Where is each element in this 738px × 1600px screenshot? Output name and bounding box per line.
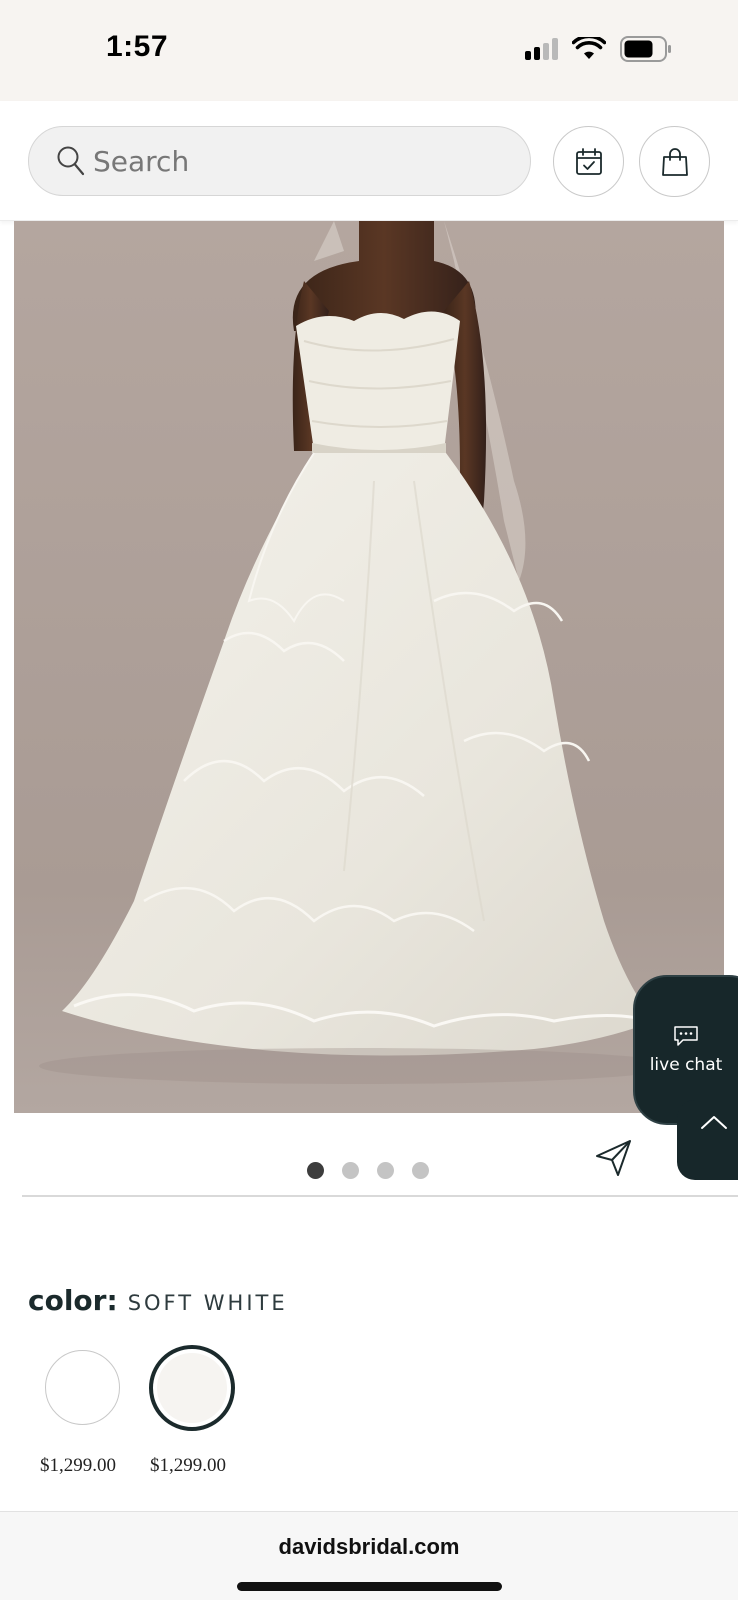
swatch-price: $1,299.00 [150, 1455, 226, 1476]
color-selection-header: color: SOFT WHITE [28, 1284, 288, 1317]
carousel-indicator [307, 1162, 429, 1179]
status-bar: 1:57 [0, 0, 738, 101]
appointment-button[interactable] [553, 126, 624, 197]
color-label: color: [28, 1284, 118, 1317]
product-image[interactable] [14, 221, 724, 1113]
carousel-dot-1[interactable] [307, 1162, 324, 1179]
wedding-dress-photo [14, 221, 724, 1113]
color-swatch-soft-white[interactable] [149, 1345, 235, 1431]
color-value: SOFT WHITE [127, 1291, 288, 1315]
cellular-signal-icon [525, 38, 558, 60]
url-text[interactable]: davidsbridal.com [0, 1534, 738, 1560]
search-bar[interactable] [28, 126, 531, 196]
top-navigation [0, 101, 738, 221]
swatch-fill [157, 1353, 227, 1423]
share-icon[interactable] [594, 1138, 634, 1178]
shopping-bag-button[interactable] [639, 126, 710, 197]
status-time: 1:57 [106, 30, 169, 63]
chat-bubble-icon [674, 1026, 698, 1046]
carousel-dot-3[interactable] [377, 1162, 394, 1179]
search-icon [57, 146, 85, 176]
carousel-dot-2[interactable] [342, 1162, 359, 1179]
search-input[interactable] [93, 144, 493, 178]
home-indicator[interactable] [237, 1582, 502, 1591]
color-swatch-white[interactable] [45, 1350, 120, 1425]
chevron-up-icon [701, 1116, 727, 1129]
shopping-bag-icon [661, 147, 688, 176]
status-icons [525, 36, 672, 62]
battery-icon [620, 36, 671, 62]
wifi-icon [572, 37, 606, 59]
calendar-icon [575, 147, 602, 175]
swatch-price: $1,299.00 [40, 1455, 116, 1476]
browser-address-bar: davidsbridal.com [0, 1511, 738, 1600]
section-divider [22, 1195, 738, 1197]
back-to-top-button[interactable] [677, 1100, 738, 1180]
carousel-dot-4[interactable] [412, 1162, 429, 1179]
live-chat-label: live chat [649, 1055, 723, 1075]
